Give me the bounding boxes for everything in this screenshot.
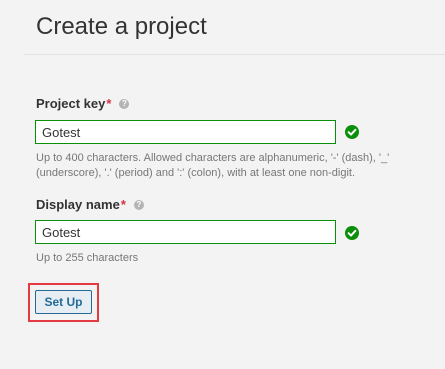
display-name-label: Display name * ? xyxy=(36,197,144,212)
display-name-input[interactable] xyxy=(35,220,336,244)
required-marker: * xyxy=(120,197,126,212)
help-icon[interactable]: ? xyxy=(133,199,144,210)
page-title: Create a project xyxy=(36,13,207,40)
help-icon[interactable]: ? xyxy=(119,98,130,109)
display-name-hint: Up to 255 characters xyxy=(36,252,139,264)
page-header: Create a project xyxy=(24,0,445,55)
project-key-label-text: Project key xyxy=(36,96,106,111)
create-project-page: Create a project Project key* ? Up to 40… xyxy=(0,0,445,369)
display-name-label-text: Display name xyxy=(36,197,120,212)
project-key-input[interactable] xyxy=(35,120,336,144)
project-key-hint: Up to 400 characters. Allowed characters… xyxy=(36,152,390,179)
check-circle-icon xyxy=(345,125,359,139)
check-circle-icon xyxy=(345,226,359,240)
project-key-label: Project key * ? xyxy=(36,96,130,111)
required-marker: * xyxy=(106,96,112,111)
setup-button[interactable]: Set Up xyxy=(35,290,92,314)
